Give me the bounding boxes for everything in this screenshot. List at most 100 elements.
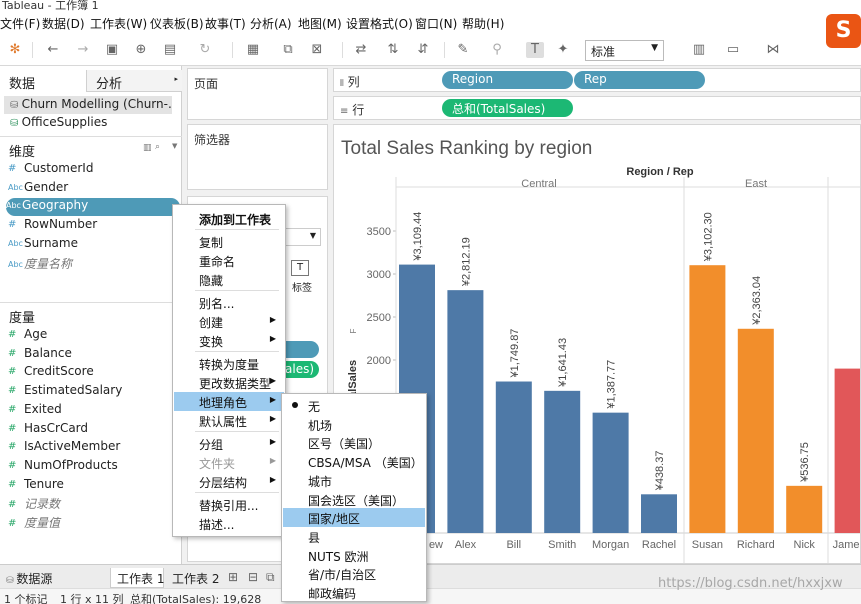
show-cards-icon[interactable]: ▥ xyxy=(690,42,708,58)
save-icon[interactable]: ▣ xyxy=(103,42,121,58)
context-menu-item[interactable]: 创建 ▶ xyxy=(174,312,284,331)
context-menu-item[interactable]: 地理角色 ▶ xyxy=(174,392,284,411)
new-data-source-icon[interactable]: ⊕ xyxy=(132,42,150,58)
context-menu-item[interactable]: 变换 ▶ xyxy=(174,331,284,350)
context-menu-item[interactable]: 重命名 xyxy=(174,251,284,270)
group-members-icon[interactable]: ⚲ xyxy=(488,42,506,58)
menu-item[interactable]: 文件(F) xyxy=(0,15,40,32)
menu-item[interactable]: 工作表(W) xyxy=(90,15,147,32)
tab-data[interactable]: 数据 xyxy=(0,70,86,92)
geo-role-option[interactable]: 机场 xyxy=(283,415,425,434)
context-menu-item[interactable]: 更改数据类型 ▶ xyxy=(174,373,284,392)
new-worksheet-icon[interactable]: ⊞ xyxy=(222,568,244,588)
pill-fragment[interactable] xyxy=(283,341,319,358)
geo-role-option[interactable]: CBSA/MSA （美国） xyxy=(283,452,425,471)
pill-sum-totalsales[interactable]: 总和(TotalSales) xyxy=(442,99,573,117)
undo-icon[interactable]: ← xyxy=(44,42,62,58)
sort-descending-icon[interactable]: ⇵ xyxy=(414,42,432,58)
filters-shelf[interactable]: 筛选器 xyxy=(187,124,328,190)
presentation-mode-icon[interactable]: ▭ xyxy=(724,42,742,58)
dimension-field[interactable]: AbcGender xyxy=(8,180,68,198)
pages-shelf[interactable]: 页面 xyxy=(187,68,328,120)
context-menu-item[interactable]: 复制 xyxy=(174,232,284,251)
dimension-field[interactable]: # RowNumber xyxy=(8,217,97,235)
sort-ascending-icon[interactable]: ⇅ xyxy=(384,42,402,58)
measure-field[interactable]: # Balance xyxy=(8,346,72,364)
field-label: Exited xyxy=(24,401,62,416)
context-menu-item[interactable]: 默认属性 ▶ xyxy=(174,411,284,430)
clear-sheet-icon[interactable]: ⊠ xyxy=(308,42,326,58)
measure-field[interactable]: # 度量值 xyxy=(8,514,60,532)
dimension-field[interactable]: # CustomerId xyxy=(8,161,93,179)
dimension-field[interactable]: AbcGeography xyxy=(6,198,180,217)
redo-icon[interactable]: → xyxy=(74,42,92,58)
measure-field[interactable]: # Age xyxy=(8,327,47,345)
geo-role-option[interactable]: NUTS 欧洲 xyxy=(283,546,425,565)
context-menu-item[interactable]: 分层结构 ▶ xyxy=(174,472,284,491)
swap-axes-icon[interactable]: ⇄ xyxy=(352,42,370,58)
context-menu-item[interactable]: 替换引用... xyxy=(174,495,284,514)
geo-role-option[interactable]: 县 xyxy=(283,527,425,546)
measure-field[interactable]: # HasCrCard xyxy=(8,421,88,439)
geo-role-option[interactable]: 国家/地区 xyxy=(283,508,425,528)
new-worksheet-icon[interactable]: ▦ xyxy=(244,42,262,58)
mark-type-select[interactable]: ▼ xyxy=(285,228,321,246)
rows-shelf[interactable]: ≡ 行 总和(TotalSales) xyxy=(333,96,861,120)
tableau-logo-icon[interactable]: ✻ xyxy=(6,42,24,58)
fit-select[interactable]: 标准 ▼ xyxy=(585,40,664,61)
search-icon[interactable]: ⌕ xyxy=(155,142,160,152)
menu-item[interactable]: 分析(A) xyxy=(250,15,292,32)
context-menu-item[interactable]: 别名... xyxy=(174,293,284,312)
tab-analytics[interactable]: 分析 ▸ xyxy=(86,70,182,92)
highlight-icon[interactable]: ✎ xyxy=(454,42,472,58)
measure-field[interactable]: # IsActiveMember xyxy=(8,439,120,457)
data-source-officesupplies[interactable]: ⛁ OfficeSupplies xyxy=(4,114,172,132)
pill-rep[interactable]: Rep xyxy=(574,71,705,89)
menu-item[interactable]: 帮助(H) xyxy=(462,15,504,32)
context-menu-item[interactable]: 分组 ▶ xyxy=(174,434,284,453)
refresh-icon[interactable]: ↻ xyxy=(196,42,214,58)
geo-role-option[interactable]: 无 xyxy=(283,396,425,415)
measure-field[interactable]: # Tenure xyxy=(8,477,64,495)
context-menu-item[interactable]: 转换为度量 xyxy=(174,354,284,373)
data-source-churn[interactable]: ⛁ Churn Modelling (Churn-... xyxy=(4,96,172,114)
menu-item[interactable]: 窗口(N) xyxy=(415,15,457,32)
menu-item[interactable]: 数据(D) xyxy=(42,15,85,32)
label-icon[interactable]: T xyxy=(291,260,309,276)
geo-role-option[interactable]: 国会选区（美国） xyxy=(283,490,425,509)
tab-data-source[interactable]: ⛁ 数据源 xyxy=(0,568,108,588)
columns-shelf[interactable]: ⫴ 列 Region Rep xyxy=(333,68,861,92)
chevron-icon: ▸ xyxy=(174,75,178,83)
pill-fragment[interactable]: ales) xyxy=(283,361,319,378)
menu-item[interactable]: 设置格式(O) xyxy=(346,15,413,32)
view-toggle-icon[interactable]: ▥ xyxy=(143,143,152,153)
menu-item[interactable]: 地图(M) xyxy=(298,15,342,32)
geo-role-option[interactable]: 城市 xyxy=(283,471,425,490)
tab-sheet-2[interactable]: 工作表 2 xyxy=(166,568,220,588)
pill-region[interactable]: Region xyxy=(442,71,573,89)
duplicate-sheet-icon[interactable]: ⧉ xyxy=(279,42,297,58)
pause-updates-icon[interactable]: ▤ xyxy=(161,42,179,58)
fix-axes-icon[interactable]: ✦ xyxy=(554,42,572,58)
new-story-icon[interactable]: ⧉ xyxy=(260,568,281,588)
geo-role-option[interactable]: 省/市/自治区 xyxy=(283,564,425,583)
context-menu-item[interactable]: 隐藏 xyxy=(174,270,284,289)
measure-field[interactable]: # EstimatedSalary xyxy=(8,383,122,401)
chevron-down-icon[interactable]: ▼ xyxy=(172,142,177,150)
geo-role-option[interactable]: 区号（美国） xyxy=(283,433,425,452)
dimension-field[interactable]: AbcSurname xyxy=(8,236,78,254)
measure-field[interactable]: # Exited xyxy=(8,402,62,420)
measure-field[interactable]: # 记录数 xyxy=(8,495,60,513)
context-menu-item[interactable]: 添加到工作表 xyxy=(174,209,284,228)
menu-item[interactable]: 故事(T) xyxy=(205,15,246,32)
context-menu-item[interactable]: 描述... xyxy=(174,514,284,533)
share-icon[interactable]: ⋈ xyxy=(764,42,782,58)
dimension-field[interactable]: Abc度量名称 xyxy=(8,255,72,273)
measure-field[interactable]: # NumOfProducts xyxy=(8,458,118,476)
menu-item[interactable]: 仪表板(B) xyxy=(150,15,204,32)
tab-sheet-1[interactable]: 工作表 1 xyxy=(110,568,164,588)
geo-role-option[interactable]: 邮政编码 xyxy=(283,583,425,602)
show-labels-icon[interactable]: T xyxy=(526,42,544,58)
menu-item-label: 文件夹 xyxy=(199,457,236,471)
measure-field[interactable]: # CreditScore xyxy=(8,364,94,382)
